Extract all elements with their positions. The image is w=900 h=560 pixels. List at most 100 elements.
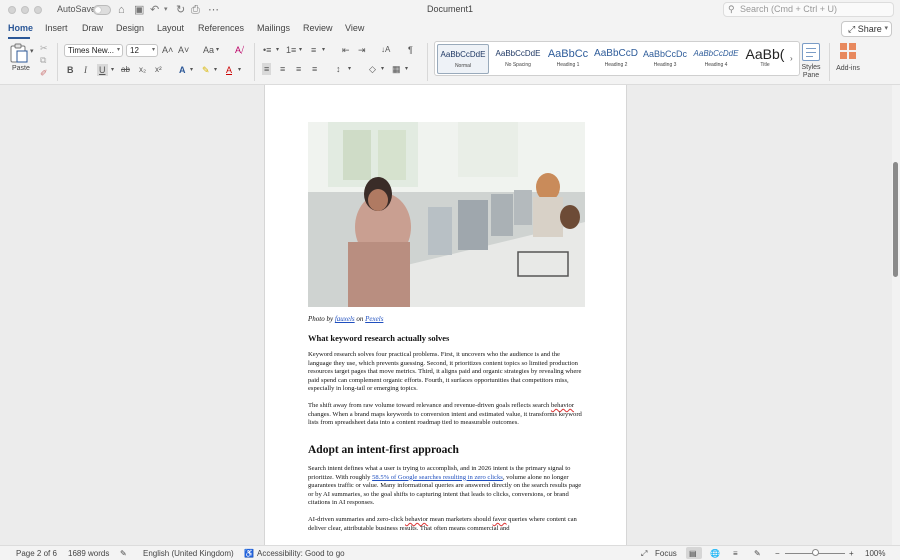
chevron-down-icon[interactable]: ▾ bbox=[299, 44, 302, 56]
numbering-icon[interactable]: 1≡ bbox=[286, 44, 296, 56]
caption-site-link[interactable]: Pexels bbox=[365, 315, 383, 323]
highlight-icon[interactable]: ✎ bbox=[202, 64, 210, 76]
chevron-down-icon[interactable]: ▾ bbox=[216, 44, 219, 56]
font-name-select[interactable]: Times New... ▾ bbox=[64, 44, 123, 57]
style-normal[interactable]: AaBbCcDdE Normal bbox=[437, 44, 489, 74]
font-color-icon[interactable]: A bbox=[226, 64, 232, 76]
format-painter-icon[interactable]: ✐ bbox=[40, 67, 48, 79]
document-canvas[interactable]: Photo by fauxels on Pexels What keyword … bbox=[0, 85, 892, 545]
shading-icon[interactable]: ◇ bbox=[369, 63, 376, 75]
tab-design[interactable]: Design bbox=[116, 23, 144, 33]
decrease-indent-icon[interactable]: ⇤ bbox=[342, 44, 350, 56]
superscript-icon[interactable]: x² bbox=[155, 64, 162, 76]
scroll-thumb[interactable] bbox=[893, 162, 898, 277]
tab-references[interactable]: References bbox=[198, 23, 244, 33]
focus-label[interactable]: Focus bbox=[655, 548, 677, 559]
increase-indent-icon[interactable]: ⇥ bbox=[358, 44, 366, 56]
word-count[interactable]: 1689 words bbox=[68, 548, 109, 559]
bold-icon[interactable]: B bbox=[67, 64, 74, 76]
tab-mailings[interactable]: Mailings bbox=[257, 23, 290, 33]
tab-review[interactable]: Review bbox=[303, 23, 333, 33]
document-page[interactable]: Photo by fauxels on Pexels What keyword … bbox=[264, 85, 627, 545]
vertical-scrollbar[interactable] bbox=[892, 85, 900, 545]
style-heading-4[interactable]: AaBbCcDdE Heading 4 bbox=[691, 44, 741, 74]
strikethrough-icon[interactable]: ab bbox=[121, 64, 130, 76]
chevron-down-icon[interactable]: ▾ bbox=[214, 64, 217, 76]
redo-icon[interactable]: ↻ bbox=[176, 3, 185, 17]
chevron-down-icon[interactable]: ▾ bbox=[348, 63, 351, 75]
gallery-more-icon[interactable]: › bbox=[790, 53, 793, 65]
bullets-icon[interactable]: •≡ bbox=[263, 44, 271, 56]
italic-icon[interactable]: I bbox=[84, 64, 87, 76]
save-icon[interactable]: ▣ bbox=[134, 3, 144, 17]
autosave-toggle[interactable] bbox=[93, 5, 111, 15]
line-spacing-icon[interactable]: ↕ bbox=[336, 63, 341, 75]
show-formatting-marks-icon[interactable]: ¶ bbox=[408, 44, 413, 56]
home-icon[interactable]: ⌂ bbox=[118, 3, 125, 17]
multilevel-list-icon[interactable]: ≡ bbox=[311, 44, 316, 56]
chevron-down-icon[interactable]: ▾ bbox=[111, 64, 114, 76]
align-right-icon[interactable]: ≡ bbox=[296, 63, 301, 75]
cut-icon[interactable]: ✂ bbox=[40, 42, 48, 54]
sort-icon[interactable]: ↓A bbox=[381, 44, 390, 56]
tab-draw[interactable]: Draw bbox=[82, 23, 103, 33]
addins-icon[interactable] bbox=[840, 43, 856, 60]
styles-pane-icon[interactable] bbox=[802, 43, 820, 61]
paste-icon[interactable] bbox=[10, 43, 28, 63]
accessibility-icon[interactable]: ♿ bbox=[244, 548, 254, 559]
paste-dropdown-icon[interactable]: ▾ bbox=[30, 46, 34, 58]
text-effects-icon[interactable]: A bbox=[179, 64, 186, 76]
align-left-icon[interactable]: ≡ bbox=[262, 63, 272, 75]
draft-view-icon[interactable]: ✎ bbox=[754, 548, 761, 559]
spelling-error[interactable]: behavior bbox=[551, 402, 574, 409]
tab-layout[interactable]: Layout bbox=[157, 23, 184, 33]
style-title[interactable]: AaBb( Title bbox=[743, 44, 787, 74]
document-photo[interactable] bbox=[308, 122, 585, 307]
tab-insert[interactable]: Insert bbox=[45, 23, 68, 33]
zero-click-stat-link[interactable]: 58.5% of Google searches resulting in ze… bbox=[372, 474, 503, 481]
tab-view[interactable]: View bbox=[345, 23, 364, 33]
zoom-window-button[interactable] bbox=[34, 6, 42, 14]
clear-formatting-icon[interactable]: A⧸ bbox=[235, 44, 244, 56]
borders-icon[interactable]: ▦ bbox=[392, 63, 401, 75]
accessibility-status[interactable]: Accessibility: Good to go bbox=[257, 548, 345, 559]
justify-icon[interactable]: ≡ bbox=[312, 63, 317, 75]
style-heading-3[interactable]: AaBbCcDc Heading 3 bbox=[641, 44, 689, 74]
chevron-down-icon[interactable]: ▾ bbox=[381, 63, 384, 75]
zoom-in-button[interactable]: + bbox=[849, 548, 854, 559]
web-layout-icon[interactable]: 🌐 bbox=[710, 548, 720, 559]
caption-author-link[interactable]: fauxels bbox=[335, 315, 355, 323]
chevron-down-icon[interactable]: ▾ bbox=[238, 64, 241, 76]
language-indicator[interactable]: English (United Kingdom) bbox=[143, 548, 234, 559]
copy-icon[interactable]: ⧉ bbox=[40, 54, 46, 66]
spelling-error[interactable]: behavior bbox=[405, 516, 428, 523]
change-case-icon[interactable]: Aa bbox=[203, 44, 214, 56]
spelling-error[interactable]: favor bbox=[493, 516, 507, 523]
style-heading-2[interactable]: AaBbCcD Heading 2 bbox=[593, 44, 639, 74]
undo-dropdown-icon[interactable]: ▾ bbox=[164, 3, 168, 17]
more-commands-icon[interactable]: ⋯ bbox=[208, 3, 219, 17]
align-center-icon[interactable]: ≡ bbox=[280, 63, 285, 75]
minimize-window-button[interactable] bbox=[21, 6, 29, 14]
zoom-slider-handle[interactable] bbox=[812, 549, 819, 556]
proofing-icon[interactable]: ✎ bbox=[120, 548, 127, 559]
font-size-select[interactable]: 12 ▾ bbox=[126, 44, 158, 57]
page-count[interactable]: Page 2 of 6 bbox=[16, 548, 57, 559]
tab-home[interactable]: Home bbox=[8, 23, 33, 33]
share-button[interactable]: ⤢ Share ▾ bbox=[841, 21, 892, 37]
outline-view-icon[interactable]: ≡ bbox=[733, 548, 738, 559]
style-no-spacing[interactable]: AaBbCcDdE No Spacing bbox=[493, 44, 543, 74]
chevron-down-icon[interactable]: ▾ bbox=[276, 44, 279, 56]
search-input[interactable]: ⚲ Search (Cmd + Ctrl + U) bbox=[723, 2, 894, 17]
subscript-icon[interactable]: x₂ bbox=[139, 64, 146, 76]
grow-font-icon[interactable]: A˄ bbox=[162, 44, 173, 56]
print-icon[interactable]: ⎙ bbox=[191, 3, 200, 17]
chevron-down-icon[interactable]: ▾ bbox=[322, 44, 325, 56]
undo-icon[interactable]: ↶ bbox=[150, 3, 159, 17]
chevron-down-icon[interactable]: ▾ bbox=[405, 63, 408, 75]
focus-icon[interactable]: ⤢ bbox=[641, 548, 647, 559]
close-window-button[interactable] bbox=[8, 6, 16, 14]
zoom-level[interactable]: 100% bbox=[865, 548, 885, 559]
underline-icon[interactable]: U bbox=[97, 64, 108, 76]
chevron-down-icon[interactable]: ▾ bbox=[190, 64, 193, 76]
